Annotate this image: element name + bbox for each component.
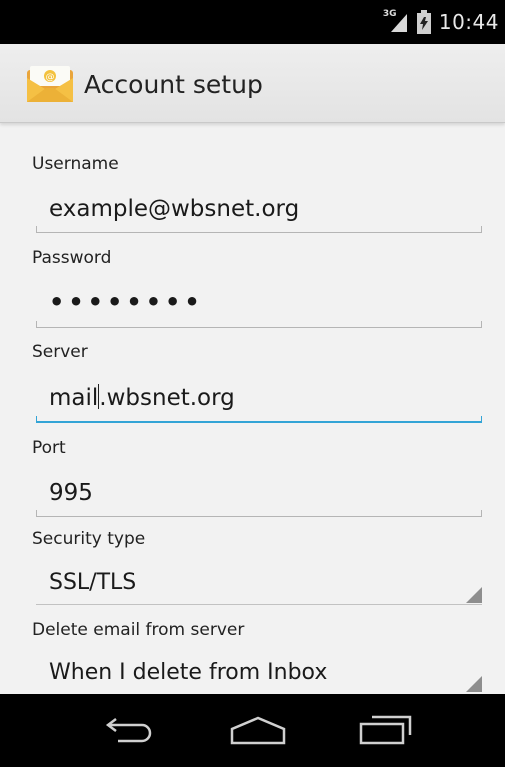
server-field-underline	[36, 416, 482, 423]
back-icon	[105, 718, 152, 743]
server-value-after-cursor: .wbsnet.org	[99, 385, 235, 411]
email-app-icon: @	[27, 66, 73, 102]
server-field[interactable]: mail.wbsnet.org	[49, 384, 235, 411]
action-bar: @ Account setup	[0, 44, 505, 123]
security-type-value: SSL/TLS	[49, 570, 137, 595]
home-icon	[230, 716, 286, 745]
username-label: Username	[32, 154, 119, 174]
account-setup-form: Username example@wbsnet.org Password •••…	[0, 124, 505, 694]
status-bar: 3G 10:44	[0, 0, 505, 44]
security-type-underline	[36, 604, 482, 605]
delete-email-label: Delete email from server	[32, 620, 245, 640]
spinner-arrow-icon	[466, 676, 482, 692]
recents-button[interactable]	[355, 708, 415, 752]
recents-icon	[359, 715, 412, 745]
page-title: Account setup	[84, 70, 263, 99]
password-field-underline	[36, 321, 482, 328]
port-field-underline	[36, 510, 482, 517]
spinner-arrow-icon	[466, 587, 482, 603]
port-label: Port	[32, 438, 66, 458]
security-type-label: Security type	[32, 529, 146, 549]
back-button[interactable]	[100, 708, 160, 752]
delete-email-value: When I delete from Inbox	[49, 660, 328, 685]
status-clock: 10:44	[438, 10, 499, 34]
server-label: Server	[32, 342, 88, 362]
signal-icon: 3G	[383, 9, 409, 34]
username-field-underline	[36, 226, 482, 233]
password-field[interactable]: ••••••••	[49, 288, 204, 316]
port-field[interactable]: 995	[49, 480, 93, 506]
server-value-before-cursor: mail	[49, 385, 99, 411]
status-icons: 3G 10:44	[383, 0, 499, 44]
home-button[interactable]	[228, 708, 288, 752]
navigation-bar	[0, 694, 505, 767]
svg-text:@: @	[46, 73, 55, 83]
password-label: Password	[32, 248, 112, 268]
username-field[interactable]: example@wbsnet.org	[49, 196, 299, 222]
battery-icon	[416, 10, 431, 34]
